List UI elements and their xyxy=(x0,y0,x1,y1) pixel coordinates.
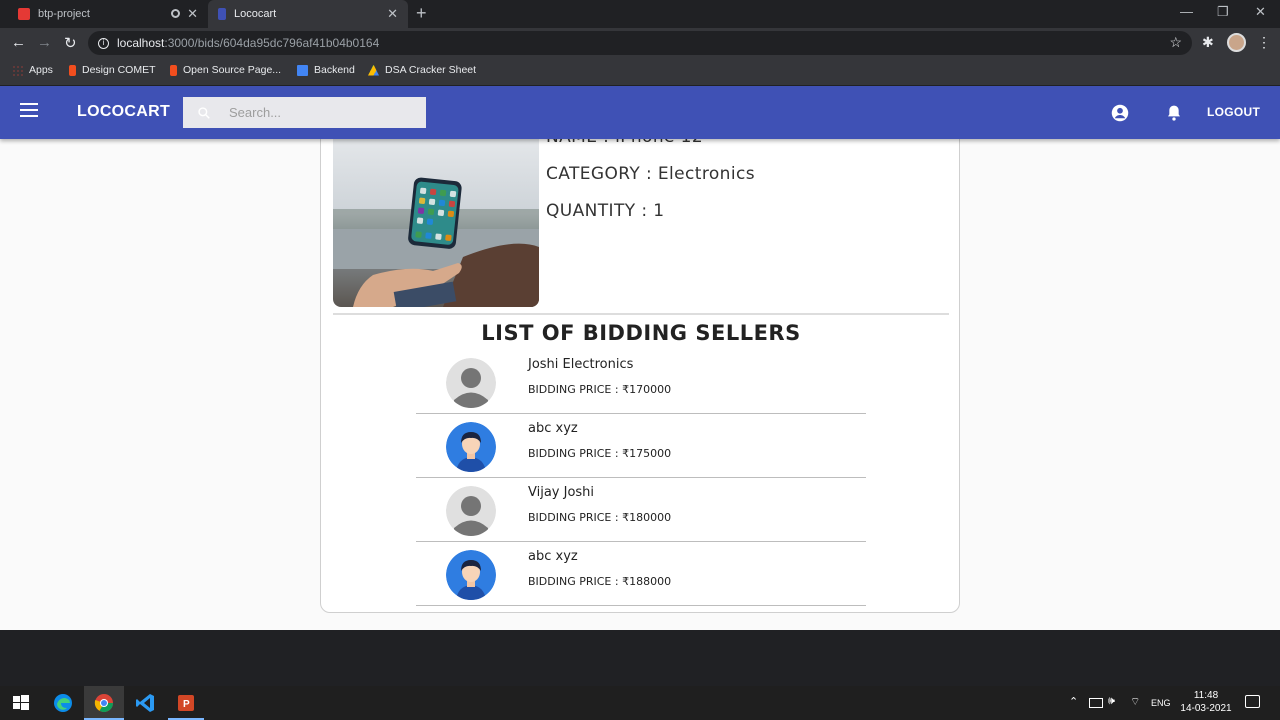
product-quantity: QUANTITY : 1 xyxy=(546,201,665,221)
default-avatar-icon xyxy=(446,358,496,408)
wifi-icon[interactable]: ⌔ xyxy=(1130,695,1140,709)
menu-dots-icon[interactable]: ⋮ xyxy=(1257,34,1271,51)
app-favicon-icon xyxy=(218,8,226,20)
url-path: :3000/bids/604da95dc796af41b04b0164 xyxy=(164,36,380,50)
seller-list-item[interactable]: Vijay Joshi BIDDING PRICE : ₹180000 xyxy=(416,478,866,542)
url-host: localhost xyxy=(117,36,165,50)
language-indicator[interactable]: ENG xyxy=(1151,698,1171,708)
bookmark-label: Open Source Page... xyxy=(183,64,282,76)
bookmark-dsa[interactable]: DSA Cracker Sheet xyxy=(368,64,476,76)
logout-button[interactable]: LOGOUT xyxy=(1207,105,1260,119)
tab-btp-project[interactable]: btp-project ✕ xyxy=(8,0,208,28)
site-info-icon[interactable]: i xyxy=(98,37,109,49)
address-bar[interactable]: i localhost:3000/bids/604da95dc796af41b0… xyxy=(88,31,1192,55)
brand-title[interactable]: LOCOCART xyxy=(77,103,170,121)
hamburger-menu-icon[interactable] xyxy=(20,103,38,117)
volume-icon[interactable]: 🕪 xyxy=(1108,695,1115,708)
bookmark-label: Apps xyxy=(29,64,53,76)
playing-indicator-icon xyxy=(171,9,180,18)
seller-bid-price: BIDDING PRICE : ₹188000 xyxy=(528,575,672,588)
search-icon xyxy=(198,106,210,119)
drive-icon xyxy=(368,64,379,76)
bookmarks-bar: Apps Design COMET Open Source Page... Ba… xyxy=(0,58,1280,86)
vscode-icon[interactable] xyxy=(134,692,156,714)
seller-list-item[interactable]: abc xyz BIDDING PRICE : ₹175000 xyxy=(416,414,866,478)
bookmark-apps[interactable]: Apps xyxy=(12,64,53,76)
forward-icon[interactable]: → xyxy=(37,34,52,51)
clock-time: 11:48 xyxy=(1193,690,1219,701)
notifications-icon[interactable] xyxy=(1245,695,1260,708)
chrome-icon xyxy=(94,694,113,713)
tab-lococart[interactable]: Lococart ✕ xyxy=(208,0,408,28)
network-tray-icon[interactable] xyxy=(1089,698,1103,708)
account-circle-icon[interactable] xyxy=(1111,104,1129,122)
windows-taskbar: P ⌃ 🕪 ⌔ ENG 11:48 14-03-2021 xyxy=(0,686,1280,720)
powerpoint-icon: P xyxy=(178,695,194,711)
tab-title: Lococart xyxy=(234,8,277,20)
bookmark-label: Design COMET xyxy=(82,64,156,76)
browser-toolbar: ← → ↻ i localhost:3000/bids/604da95dc796… xyxy=(0,28,1280,58)
product-image xyxy=(333,137,539,307)
bookmark-star-icon[interactable]: ☆ xyxy=(1169,34,1182,51)
search-box[interactable] xyxy=(183,97,426,128)
seller-list-item[interactable]: abc xyz BIDDING PRICE : ₹188000 xyxy=(416,542,866,606)
seller-bid-price: BIDDING PRICE : ₹170000 xyxy=(528,383,672,396)
close-window-icon[interactable]: ✕ xyxy=(1255,4,1266,20)
product-category: CATEGORY : Electronics xyxy=(546,164,755,184)
page-viewport: LOCOCART LOGOUT xyxy=(0,86,1280,630)
figma-icon xyxy=(170,64,177,76)
bookmark-label: Backend xyxy=(314,64,355,76)
seller-bid-price: BIDDING PRICE : ₹175000 xyxy=(528,447,672,460)
bookmark-label: DSA Cracker Sheet xyxy=(385,64,477,76)
close-tab-icon[interactable]: ✕ xyxy=(387,6,398,22)
chrome-taskbar-button[interactable] xyxy=(84,686,124,720)
maximize-icon[interactable]: ❐ xyxy=(1217,4,1229,20)
back-icon[interactable]: ← xyxy=(11,34,26,51)
seller-name: abc xyz xyxy=(528,549,578,564)
extensions-icon[interactable]: ✱ xyxy=(1202,34,1214,51)
minimize-icon[interactable]: — xyxy=(1180,4,1193,19)
person-avatar-icon xyxy=(446,550,496,600)
app-bar: LOCOCART LOGOUT xyxy=(0,86,1280,139)
profile-avatar-icon[interactable] xyxy=(1227,33,1246,52)
search-input[interactable] xyxy=(227,104,417,121)
clock-date: 14-03-2021 xyxy=(1180,703,1232,714)
new-tab-icon[interactable]: + xyxy=(416,3,427,24)
seller-name: Joshi Electronics xyxy=(528,357,634,372)
bidding-list-title: LIST OF BIDDING SELLERS xyxy=(481,321,801,345)
bid-details-card: NAME : iPhone 12 CATEGORY : Electronics … xyxy=(320,126,960,613)
person-avatar-icon xyxy=(446,422,496,472)
bookmark-design-comet[interactable]: Design COMET xyxy=(69,64,156,76)
reload-icon[interactable]: ↻ xyxy=(64,34,77,52)
edge-browser-icon[interactable] xyxy=(52,692,74,714)
section-divider xyxy=(333,313,949,315)
default-avatar-icon xyxy=(446,486,496,536)
bookmark-backend[interactable]: Backend xyxy=(297,64,355,76)
tab-title: btp-project xyxy=(38,8,90,20)
windows-start-icon[interactable] xyxy=(10,692,32,714)
svg-text:P: P xyxy=(183,699,190,710)
browser-tab-strip: btp-project ✕ Lococart ✕ + — ❐ ✕ xyxy=(0,0,1280,28)
tray-chevron-icon[interactable]: ⌃ xyxy=(1069,695,1078,708)
figma-favicon-icon xyxy=(18,8,30,20)
bookmark-open-source[interactable]: Open Source Page... xyxy=(170,64,281,76)
seller-name: Vijay Joshi xyxy=(528,485,595,500)
seller-bid-price: BIDDING PRICE : ₹180000 xyxy=(528,511,672,524)
apps-grid-icon xyxy=(12,64,23,76)
clock[interactable]: 11:48 14-03-2021 xyxy=(1180,689,1232,715)
seller-name: abc xyz xyxy=(528,421,578,436)
docs-icon xyxy=(297,64,308,76)
close-tab-icon[interactable]: ✕ xyxy=(187,6,198,22)
figma-icon xyxy=(69,64,76,76)
powerpoint-taskbar-button[interactable]: P xyxy=(168,686,204,720)
notification-bell-icon[interactable] xyxy=(1166,104,1182,122)
seller-list-item[interactable]: Joshi Electronics BIDDING PRICE : ₹17000… xyxy=(416,350,866,414)
